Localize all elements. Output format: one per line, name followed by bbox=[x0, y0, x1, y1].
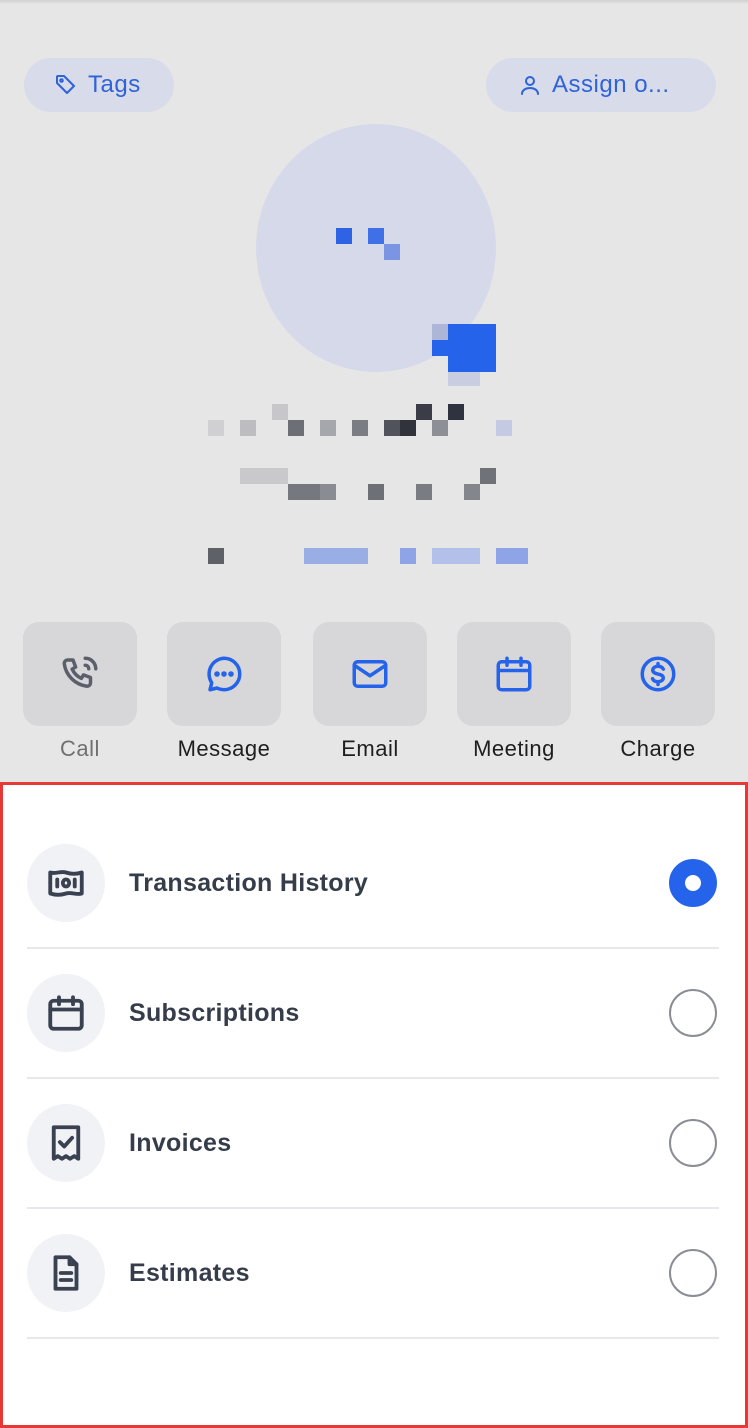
option-transaction-history[interactable]: Transaction History bbox=[27, 819, 719, 949]
option-label: Estimates bbox=[129, 1258, 250, 1287]
meeting-action[interactable]: Meeting bbox=[457, 622, 571, 762]
user-icon bbox=[521, 76, 539, 95]
quick-actions: Call Message Email Meeting Charge bbox=[23, 622, 717, 772]
payments-options-sheet: Transaction History Subscriptions Invoic… bbox=[0, 782, 748, 1428]
calendar-icon bbox=[496, 656, 532, 692]
tag-icon bbox=[56, 75, 75, 94]
calendar-icon bbox=[48, 995, 84, 1031]
option-invoices[interactable]: Invoices bbox=[27, 1079, 719, 1209]
message-button[interactable] bbox=[167, 622, 281, 726]
email-action[interactable]: Email bbox=[313, 622, 427, 762]
avatar-pixel bbox=[384, 244, 400, 260]
document-icon bbox=[53, 1255, 79, 1291]
option-subscriptions[interactable]: Subscriptions bbox=[27, 949, 719, 1079]
message-label: Message bbox=[177, 736, 271, 761]
tags-label: Tags bbox=[88, 71, 141, 98]
call-label: Call bbox=[60, 736, 100, 761]
charge-label: Charge bbox=[620, 736, 696, 761]
phone-icon bbox=[62, 656, 98, 688]
assign-owner-button[interactable]: Assign o... bbox=[486, 58, 716, 112]
banknote-icon bbox=[48, 870, 84, 897]
subtitle-obfuscated-row bbox=[240, 468, 500, 500]
contact-avatar-obfuscated bbox=[200, 124, 550, 524]
radio-unselected[interactable] bbox=[669, 989, 717, 1037]
avatar-pixel bbox=[432, 324, 448, 340]
option-label: Transaction History bbox=[129, 868, 369, 897]
avatar-badge bbox=[432, 340, 448, 356]
option-icon-wrap bbox=[27, 974, 105, 1052]
meeting-label: Meeting bbox=[473, 736, 555, 761]
avatar-pixel bbox=[448, 372, 480, 386]
charge-action[interactable]: Charge bbox=[601, 622, 715, 762]
option-icon-wrap bbox=[27, 1104, 105, 1182]
option-icon-wrap bbox=[27, 1234, 105, 1312]
mail-icon bbox=[352, 660, 388, 688]
option-icon-wrap bbox=[27, 844, 105, 922]
charge-button[interactable] bbox=[601, 622, 715, 726]
receipt-check-icon bbox=[51, 1125, 81, 1161]
meeting-button[interactable] bbox=[457, 622, 571, 726]
call-button[interactable] bbox=[23, 622, 137, 726]
avatar-badge bbox=[448, 324, 496, 372]
message-action[interactable]: Message bbox=[167, 622, 281, 762]
radio-unselected[interactable] bbox=[669, 1119, 717, 1167]
email-obfuscated-row bbox=[176, 548, 556, 564]
call-action[interactable]: Call bbox=[23, 622, 137, 762]
email-button[interactable] bbox=[313, 622, 427, 726]
avatar-pixel bbox=[336, 228, 352, 244]
dollar-circle-icon bbox=[640, 656, 676, 692]
option-estimates[interactable]: Estimates bbox=[27, 1209, 719, 1339]
chat-bubble-icon bbox=[207, 656, 242, 692]
radio-selected[interactable] bbox=[669, 859, 717, 907]
radio-unselected[interactable] bbox=[669, 1249, 717, 1297]
tags-button[interactable]: Tags bbox=[24, 58, 174, 112]
top-edge-shadow bbox=[0, 0, 748, 4]
email-label: Email bbox=[341, 736, 399, 761]
name-obfuscated-row bbox=[208, 404, 544, 436]
avatar-pixel bbox=[368, 228, 384, 244]
assign-label: Assign o... bbox=[552, 71, 670, 98]
option-label: Invoices bbox=[129, 1128, 232, 1157]
option-label: Subscriptions bbox=[129, 998, 300, 1027]
